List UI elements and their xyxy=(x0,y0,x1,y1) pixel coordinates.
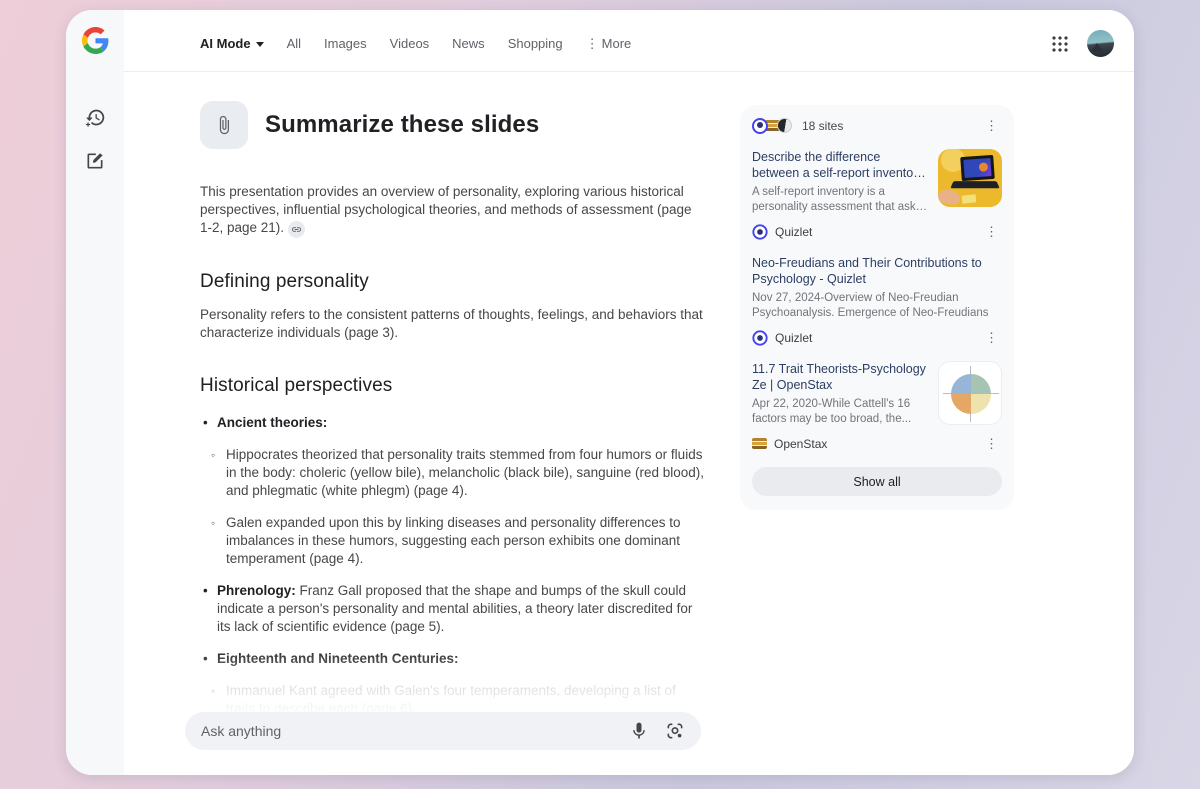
answer-intro: This presentation provides an overview o… xyxy=(200,183,704,238)
source-card-description: Nov 27, 2024-Overview of Neo-Freudian Ps… xyxy=(752,292,989,319)
quizlet-favicon-icon xyxy=(752,117,768,134)
left-rail xyxy=(66,10,124,775)
tab-all[interactable]: All xyxy=(287,36,301,51)
citation-link-icon[interactable] xyxy=(288,221,306,238)
quizlet-favicon-icon xyxy=(752,329,768,346)
avatar-mountain xyxy=(1090,43,1104,52)
bullet-icon: • xyxy=(203,415,208,430)
rail-buttons xyxy=(78,100,112,178)
tab-more[interactable]: ⋮ More xyxy=(586,36,632,52)
source-card-description: A self-report inventory is a personality… xyxy=(752,186,922,213)
microphone-icon[interactable] xyxy=(629,721,649,741)
list-item: • Ancient theories: xyxy=(200,414,704,432)
quizlet-favicon-icon xyxy=(752,223,768,240)
source-card-thumbnail[interactable] xyxy=(938,149,1002,207)
openstax-favicon-icon xyxy=(752,438,767,449)
list-subitem: ◦ Hippocrates theorized that personality… xyxy=(200,446,704,500)
section-heading-defining-personality: Defining personality xyxy=(200,271,369,292)
answer-intro-text: This presentation provides an overview o… xyxy=(200,184,692,235)
bullet-text: Galen expanded upon this by linking dise… xyxy=(226,515,681,566)
bullet-text: Hippocrates theorized that personality t… xyxy=(226,447,704,498)
attachment-chip[interactable] xyxy=(200,101,248,149)
google-apps-grid-icon[interactable] xyxy=(1052,35,1068,52)
top-navbar: AI Mode All Images Videos News Shopping … xyxy=(124,10,1134,72)
list-item: • Eighteenth and Nineteenth Centuries: xyxy=(200,650,704,668)
ask-input[interactable] xyxy=(201,723,629,739)
bullet-bold: Phrenology: xyxy=(217,583,296,598)
ai-answer-column: Summarize these slides This presentation… xyxy=(200,72,704,775)
thumb-laptop-base xyxy=(950,181,1000,189)
tab-ai-mode[interactable]: AI Mode xyxy=(200,36,264,51)
compose-icon[interactable] xyxy=(78,144,112,178)
bullet-hollow-icon: ◦ xyxy=(211,448,216,462)
thumb-hand xyxy=(938,187,962,207)
ai-mode-label: AI Mode xyxy=(200,36,251,51)
kebab-icon: ⋮ xyxy=(585,35,599,51)
source-card[interactable]: Describe the difference between a self-r… xyxy=(752,149,1002,240)
show-all-button[interactable]: Show all xyxy=(752,467,1002,496)
source-favicons xyxy=(752,117,792,134)
query-row: Summarize these slides xyxy=(200,101,704,149)
desktop-background: AI Mode All Images Videos News Shopping … xyxy=(0,0,1200,789)
google-logo[interactable] xyxy=(81,27,109,54)
query-title: Summarize these slides xyxy=(265,111,540,138)
sites-count: 18 sites xyxy=(802,118,844,133)
source-card-thumbnail[interactable] xyxy=(938,361,1002,425)
source-card[interactable]: 11.7 Trait Theorists-Psychology Ze | Ope… xyxy=(752,361,1002,452)
main-content: Summarize these slides This presentation… xyxy=(124,72,1134,775)
more-label: More xyxy=(601,36,632,51)
search-mode-tabs: AI Mode All Images Videos News Shopping … xyxy=(200,36,631,52)
google-lens-icon[interactable] xyxy=(665,721,685,741)
source-name: OpenStax xyxy=(774,436,828,451)
list-item: • Phrenology: Franz Gall proposed that t… xyxy=(200,582,704,636)
overflow-menu-icon[interactable]: ⋮ xyxy=(981,435,1002,452)
section-heading-historical-perspectives: Historical perspectives xyxy=(200,375,393,396)
overflow-menu-icon[interactable]: ⋮ xyxy=(981,223,1002,240)
bullet-hollow-icon: ◦ xyxy=(211,516,216,530)
source-card-title[interactable]: 11.7 Trait Theorists-Psychology Ze | Ope… xyxy=(752,361,928,393)
source-card[interactable]: Neo-Freudians and Their Contributions to… xyxy=(752,255,1002,346)
tab-shopping[interactable]: Shopping xyxy=(508,36,563,51)
tab-news[interactable]: News xyxy=(452,36,485,51)
bullet-icon: • xyxy=(203,651,208,666)
site-favicon-icon xyxy=(777,118,792,133)
list-subitem: ◦ Galen expanded upon this by linking di… xyxy=(200,514,704,568)
ask-bar[interactable] xyxy=(185,712,701,750)
overflow-menu-icon[interactable]: ⋮ xyxy=(981,117,1002,134)
source-name: Quizlet xyxy=(775,330,813,345)
thumb-laptop-screen xyxy=(960,154,995,182)
source-card-title[interactable]: Neo-Freudians and Their Contributions to… xyxy=(752,255,1002,287)
tab-videos[interactable]: Videos xyxy=(390,36,430,51)
bullet-icon: • xyxy=(203,583,208,598)
tab-images[interactable]: Images xyxy=(324,36,367,51)
bullet-bold: Ancient theories: xyxy=(217,415,328,430)
section-body: Personality refers to the consistent pat… xyxy=(200,307,703,340)
overflow-menu-icon[interactable]: ⋮ xyxy=(981,329,1002,346)
sources-panel: 18 sites ⋮ Describe the difference betwe… xyxy=(740,105,1014,510)
bullet-bold: Eighteenth and Nineteenth Centuries: xyxy=(217,651,459,666)
thumb-quadrant-wheel xyxy=(951,374,991,414)
history-icon[interactable] xyxy=(78,100,112,134)
google-g-icon xyxy=(81,27,108,54)
bullet-list: • Ancient theories: ◦ Hippocrates theori… xyxy=(200,414,704,718)
thumb-notepad xyxy=(961,194,977,204)
account-avatar[interactable] xyxy=(1087,30,1114,57)
source-card-description: Apr 22, 2020-While Cattell's 16 factors … xyxy=(752,398,912,425)
browser-window: AI Mode All Images Videos News Shopping … xyxy=(66,10,1134,775)
source-name: Quizlet xyxy=(775,224,813,239)
paperclip-icon xyxy=(219,115,229,135)
sources-header: 18 sites ⋮ xyxy=(752,117,1002,134)
source-card-title[interactable]: Describe the difference between a self-r… xyxy=(752,149,928,181)
chevron-down-icon xyxy=(255,42,264,47)
